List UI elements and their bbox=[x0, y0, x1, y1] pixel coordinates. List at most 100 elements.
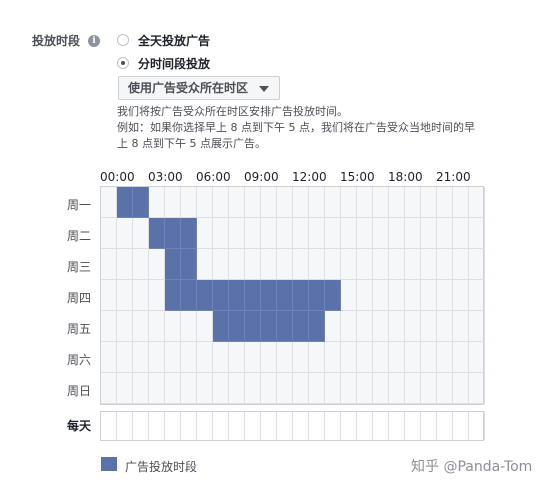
grid-cell[interactable] bbox=[293, 187, 309, 218]
grid-cell[interactable] bbox=[181, 280, 197, 311]
grid-cell[interactable] bbox=[213, 218, 229, 249]
grid-cell[interactable] bbox=[357, 187, 373, 218]
everyday-cell[interactable] bbox=[357, 412, 373, 440]
everyday-cell[interactable] bbox=[197, 412, 213, 440]
grid-cell[interactable] bbox=[117, 373, 133, 404]
everyday-cell[interactable] bbox=[469, 412, 485, 440]
grid-cell[interactable] bbox=[309, 218, 325, 249]
grid-cell[interactable] bbox=[309, 280, 325, 311]
grid-cell[interactable] bbox=[245, 342, 261, 373]
grid-cell[interactable] bbox=[389, 218, 405, 249]
grid-cell[interactable] bbox=[325, 218, 341, 249]
grid-cell[interactable] bbox=[277, 249, 293, 280]
grid-cell[interactable] bbox=[293, 311, 309, 342]
grid-cell[interactable] bbox=[181, 311, 197, 342]
grid-cell[interactable] bbox=[325, 373, 341, 404]
grid-cell[interactable] bbox=[421, 342, 437, 373]
grid-cell[interactable] bbox=[277, 187, 293, 218]
everyday-cell[interactable] bbox=[389, 412, 405, 440]
grid-cell[interactable] bbox=[453, 373, 469, 404]
grid-cell[interactable] bbox=[181, 342, 197, 373]
grid-cell[interactable] bbox=[277, 311, 293, 342]
grid-cell[interactable] bbox=[245, 373, 261, 404]
grid-cell[interactable] bbox=[453, 249, 469, 280]
grid-cell[interactable] bbox=[357, 311, 373, 342]
grid-cell[interactable] bbox=[245, 187, 261, 218]
grid-cell[interactable] bbox=[309, 187, 325, 218]
grid-cell[interactable] bbox=[197, 373, 213, 404]
grid-cell[interactable] bbox=[325, 187, 341, 218]
grid-cell[interactable] bbox=[437, 187, 453, 218]
schedule-grid[interactable] bbox=[100, 186, 485, 405]
grid-cell[interactable] bbox=[373, 249, 389, 280]
grid-cell[interactable] bbox=[405, 218, 421, 249]
grid-cell[interactable] bbox=[213, 249, 229, 280]
timezone-dropdown[interactable]: 使用广告受众所在时区 bbox=[118, 76, 280, 100]
grid-cell[interactable] bbox=[117, 342, 133, 373]
grid-cell[interactable] bbox=[341, 187, 357, 218]
grid-cell[interactable] bbox=[133, 187, 149, 218]
grid-cell[interactable] bbox=[453, 218, 469, 249]
grid-cell[interactable] bbox=[437, 342, 453, 373]
grid-cell[interactable] bbox=[469, 342, 485, 373]
grid-cell[interactable] bbox=[245, 218, 261, 249]
grid-cell[interactable] bbox=[229, 373, 245, 404]
grid-cell[interactable] bbox=[197, 280, 213, 311]
grid-cell[interactable] bbox=[261, 249, 277, 280]
grid-cell[interactable] bbox=[389, 342, 405, 373]
grid-cell[interactable] bbox=[341, 218, 357, 249]
grid-cell[interactable] bbox=[373, 373, 389, 404]
grid-cell[interactable] bbox=[453, 187, 469, 218]
grid-cell[interactable] bbox=[341, 373, 357, 404]
everyday-cell[interactable] bbox=[117, 412, 133, 440]
grid-cell[interactable] bbox=[309, 342, 325, 373]
everyday-cell[interactable] bbox=[325, 412, 341, 440]
grid-cell[interactable] bbox=[133, 311, 149, 342]
grid-cell[interactable] bbox=[373, 187, 389, 218]
grid-cell[interactable] bbox=[277, 373, 293, 404]
grid-cell[interactable] bbox=[101, 187, 117, 218]
grid-cell[interactable] bbox=[213, 311, 229, 342]
grid-cell[interactable] bbox=[229, 342, 245, 373]
grid-cell[interactable] bbox=[197, 311, 213, 342]
grid-cell[interactable] bbox=[389, 249, 405, 280]
grid-cell[interactable] bbox=[245, 280, 261, 311]
everyday-cell[interactable] bbox=[341, 412, 357, 440]
grid-cell[interactable] bbox=[181, 218, 197, 249]
grid-cell[interactable] bbox=[213, 373, 229, 404]
grid-cell[interactable] bbox=[373, 311, 389, 342]
grid-cell[interactable] bbox=[341, 311, 357, 342]
everyday-cell[interactable] bbox=[213, 412, 229, 440]
grid-cell[interactable] bbox=[261, 280, 277, 311]
grid-cell[interactable] bbox=[165, 187, 181, 218]
grid-cell[interactable] bbox=[149, 280, 165, 311]
everyday-row[interactable] bbox=[100, 411, 485, 441]
grid-cell[interactable] bbox=[197, 187, 213, 218]
grid-cell[interactable] bbox=[293, 373, 309, 404]
grid-cell[interactable] bbox=[229, 187, 245, 218]
grid-cell[interactable] bbox=[181, 373, 197, 404]
grid-cell[interactable] bbox=[357, 373, 373, 404]
grid-cell[interactable] bbox=[165, 280, 181, 311]
grid-cell[interactable] bbox=[197, 249, 213, 280]
grid-cell[interactable] bbox=[149, 373, 165, 404]
grid-cell[interactable] bbox=[373, 342, 389, 373]
radio-all-day-label[interactable]: 全天投放广告 bbox=[138, 32, 210, 49]
everyday-cell[interactable] bbox=[101, 412, 117, 440]
grid-cell[interactable] bbox=[325, 280, 341, 311]
grid-cell[interactable] bbox=[341, 249, 357, 280]
grid-cell[interactable] bbox=[261, 373, 277, 404]
grid-cell[interactable] bbox=[389, 373, 405, 404]
grid-cell[interactable] bbox=[213, 187, 229, 218]
grid-cell[interactable] bbox=[149, 342, 165, 373]
grid-cell[interactable] bbox=[293, 249, 309, 280]
radio-all-day[interactable] bbox=[117, 34, 129, 46]
grid-cell[interactable] bbox=[261, 342, 277, 373]
grid-cell[interactable] bbox=[469, 249, 485, 280]
radio-time-period[interactable] bbox=[117, 57, 129, 69]
everyday-cell[interactable] bbox=[181, 412, 197, 440]
everyday-cell[interactable] bbox=[405, 412, 421, 440]
grid-cell[interactable] bbox=[405, 280, 421, 311]
grid-cell[interactable] bbox=[405, 373, 421, 404]
grid-cell[interactable] bbox=[117, 280, 133, 311]
